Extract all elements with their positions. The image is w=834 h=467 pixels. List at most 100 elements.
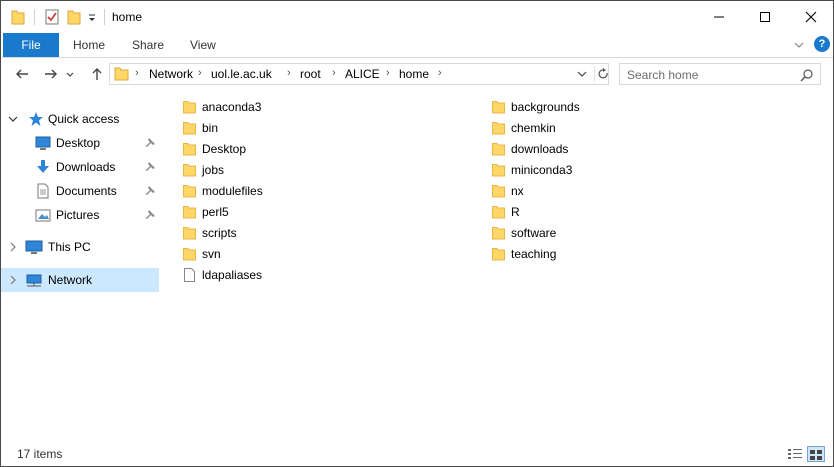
maximize-button[interactable] (742, 1, 788, 33)
sidebar-item-label: Pictures (56, 208, 100, 222)
chevron-down-icon[interactable] (576, 68, 588, 80)
list-item[interactable]: R (492, 202, 520, 222)
list-item[interactable]: nx (492, 181, 524, 201)
list-item[interactable]: modulefiles (183, 181, 263, 201)
address-row: › Network › uol.le.ac.uk › root › ALICE … (1, 58, 833, 90)
recent-locations-button[interactable] (64, 64, 76, 84)
close-button[interactable] (788, 1, 833, 33)
list-item[interactable]: backgrounds (492, 97, 580, 117)
details-view-icon[interactable] (787, 447, 803, 461)
pin-icon[interactable] (144, 137, 156, 149)
item-name: nx (511, 184, 524, 198)
breadcrumb-home[interactable]: home (399, 67, 429, 81)
navigation-pane: Quick access Desktop Downloads Documents… (1, 90, 161, 440)
documents-icon (35, 183, 51, 199)
chevron-right-icon[interactable]: › (332, 67, 336, 79)
sidebar-item-network[interactable]: Network (1, 268, 159, 292)
folder-icon (183, 143, 196, 156)
sidebar-item-documents[interactable]: Documents (1, 179, 159, 203)
list-item[interactable]: chemkin (492, 118, 556, 138)
folder-icon (492, 206, 505, 219)
back-button[interactable] (12, 64, 32, 84)
properties-icon[interactable] (45, 9, 59, 25)
chevron-right-icon[interactable]: › (287, 67, 291, 79)
sidebar-item-quick-access[interactable]: Quick access (1, 107, 159, 131)
chevron-right-icon[interactable]: › (438, 67, 442, 79)
list-item[interactable]: teaching (492, 244, 556, 264)
folder-icon (492, 164, 505, 177)
folder-icon (183, 185, 196, 198)
pin-icon[interactable] (144, 161, 156, 173)
list-item[interactable]: miniconda3 (492, 160, 572, 180)
tab-view[interactable]: View (190, 33, 216, 57)
item-name: bin (202, 121, 219, 135)
folder-icon (183, 248, 196, 261)
customize-quick-access-icon[interactable] (87, 9, 97, 25)
item-name: software (511, 226, 557, 240)
pin-icon[interactable] (144, 209, 156, 221)
chevron-down-icon[interactable] (7, 113, 19, 125)
search-icon[interactable] (800, 68, 814, 82)
pin-icon[interactable] (144, 185, 156, 197)
chevron-right-icon[interactable]: › (198, 67, 202, 79)
large-icons-view-icon[interactable] (807, 446, 825, 462)
list-item[interactable]: Desktop (183, 139, 246, 159)
address-bar[interactable]: › Network › uol.le.ac.uk › root › ALICE … (109, 63, 609, 85)
chevron-right-icon[interactable]: › (386, 67, 390, 79)
list-item[interactable]: jobs (183, 160, 224, 180)
downloads-icon (35, 159, 51, 175)
minimize-button[interactable] (696, 1, 742, 33)
breadcrumb-root[interactable]: root (300, 67, 321, 81)
chevron-right-icon[interactable] (7, 274, 19, 286)
folder-icon (183, 101, 196, 114)
expand-ribbon-icon[interactable] (793, 39, 805, 51)
folder-icon (492, 143, 505, 156)
item-name: backgrounds (511, 100, 580, 114)
breadcrumb-alice[interactable]: ALICE (345, 67, 380, 81)
list-item[interactable]: svn (183, 244, 221, 264)
folder-icon (492, 101, 505, 114)
up-button[interactable] (87, 64, 107, 84)
forward-button[interactable] (41, 64, 61, 84)
item-name: ldapaliases (202, 268, 263, 282)
list-item[interactable]: perl5 (183, 202, 229, 222)
folder-icon (183, 227, 196, 240)
sidebar-item-pictures[interactable]: Pictures (1, 203, 159, 227)
new-folder-icon[interactable] (67, 9, 81, 25)
list-item[interactable]: anaconda3 (183, 97, 261, 117)
sidebar-item-label: Quick access (48, 112, 120, 126)
sidebar-item-desktop[interactable]: Desktop (1, 131, 159, 155)
breadcrumb-domain[interactable]: uol.le.ac.uk (211, 67, 272, 81)
refresh-icon[interactable] (594, 66, 608, 82)
list-item[interactable]: ldapaliases (183, 265, 262, 285)
explorer-window: home File Home Share View ? › Network › … (0, 0, 834, 467)
file-icon (184, 268, 195, 282)
tab-file[interactable]: File (3, 33, 59, 57)
folder-icon (183, 206, 196, 219)
list-item[interactable]: scripts (183, 223, 237, 243)
sidebar-item-this-pc[interactable]: This PC (1, 235, 159, 259)
search-placeholder: Search home (627, 68, 699, 82)
tab-home[interactable]: Home (73, 33, 105, 57)
help-icon[interactable]: ? (814, 36, 830, 52)
sidebar-item-downloads[interactable]: Downloads (1, 155, 159, 179)
list-item[interactable]: software (492, 223, 556, 243)
folder-icon (11, 9, 25, 25)
pictures-icon (35, 207, 51, 223)
breadcrumb-network[interactable]: Network (149, 67, 193, 81)
file-list: anaconda3 bin Desktop jobs modulefiles p… (161, 90, 833, 440)
chevron-right-icon[interactable]: › (135, 67, 139, 79)
list-item[interactable]: bin (183, 118, 218, 138)
tab-share[interactable]: Share (132, 33, 164, 57)
computer-icon (25, 239, 43, 255)
list-item[interactable]: downloads (492, 139, 568, 159)
folder-icon (492, 122, 505, 135)
item-count: 17 items (17, 447, 63, 461)
chevron-right-icon[interactable] (7, 241, 19, 253)
sidebar-item-label: Documents (56, 184, 117, 198)
search-input[interactable]: Search home (619, 63, 821, 85)
sidebar-item-label: Downloads (56, 160, 116, 174)
desktop-icon (35, 135, 51, 151)
item-name: jobs (202, 163, 225, 177)
quick-access-separator (34, 9, 35, 25)
